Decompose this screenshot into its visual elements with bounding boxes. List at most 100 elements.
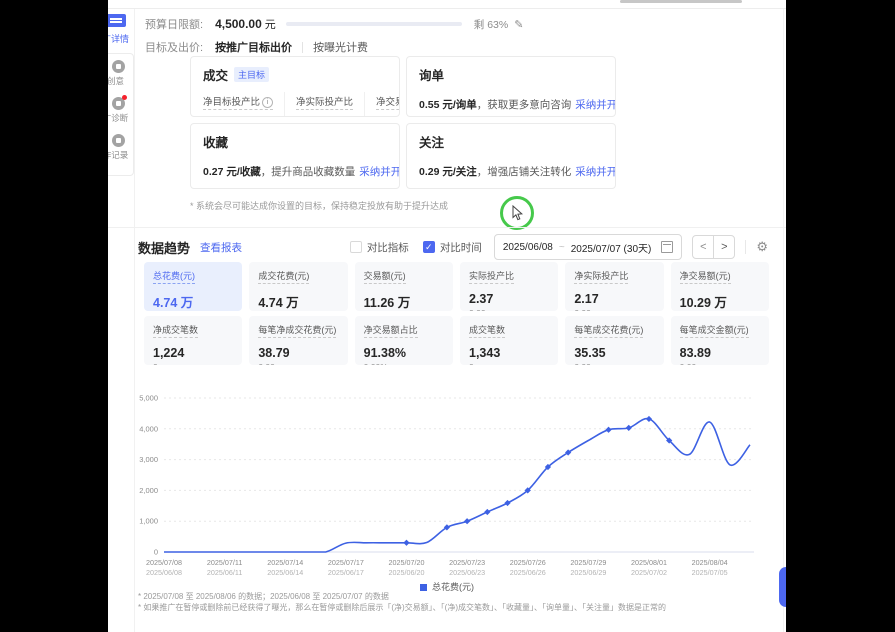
- date-range-picker[interactable]: 2025/06/08 ~ 2025/07/07 (30天): [494, 234, 683, 260]
- next-period-button[interactable]: >: [713, 235, 735, 259]
- metric-label: 净交易额占比: [364, 323, 418, 338]
- click-indicator-circle: [500, 196, 534, 230]
- metric-card[interactable]: 净交易额占比 91.38% 0.00%: [355, 316, 453, 365]
- adopt-enable-link[interactable]: 采纳并开启: [575, 99, 616, 111]
- primary-goal-badge: 主目标: [234, 67, 269, 82]
- goal-card-title: 成交 主目标: [203, 65, 387, 84]
- daily-budget-row: 预算日限额: 4,500.00 元 剩 63% ✎: [145, 15, 523, 33]
- x-tick-label: 2025/07/26: [510, 558, 546, 567]
- metric-value: 11.26 万: [364, 292, 444, 311]
- edit-budget-icon[interactable]: ✎: [514, 18, 523, 31]
- budget-remaining: 剩 63%: [474, 17, 508, 32]
- info-icon[interactable]: i: [262, 97, 273, 108]
- metric-label: 每笔净成交花费(元): [258, 323, 336, 338]
- x-tick-compare-label: 2025/06/14: [267, 568, 303, 577]
- vertical-scrollbar-track: [783, 9, 784, 632]
- sidebar-item-promo-detail[interactable]: 广详情: [108, 32, 134, 45]
- sidebar-item-diagnosis[interactable]: 广诊断: [108, 97, 133, 124]
- goal-bid-label: 目标及出价:: [145, 39, 203, 55]
- creative-icon: [112, 60, 125, 73]
- metric-card[interactable]: 净成交笔数 1,224 0: [144, 316, 242, 365]
- goal-card-inquiry[interactable]: 询单 0.55 元/询单，获取更多意向咨询采纳并开启: [406, 56, 616, 117]
- data-point[interactable]: [403, 540, 409, 546]
- goal-card-favorite[interactable]: 收藏 0.27 元/收藏，提升商品收藏数量采纳并开启: [190, 123, 400, 189]
- goal-card-title: 收藏: [203, 132, 387, 151]
- y-tick-label: 1,000: [139, 517, 158, 526]
- metric-card[interactable]: 交易额(元) 11.26 万 0.00: [355, 262, 453, 311]
- floating-widget[interactable]: [779, 567, 786, 607]
- metric-compare-value: 0: [469, 362, 549, 365]
- metric-card[interactable]: 净交易额(元) 10.29 万 0.00: [671, 262, 769, 311]
- metric-label: 每笔成交花费(元): [574, 323, 643, 338]
- x-tick-label: 2025/08/01: [631, 558, 667, 567]
- divider: [302, 42, 303, 53]
- data-point[interactable]: [484, 509, 490, 515]
- x-tick-label: 2025/07/17: [328, 558, 364, 567]
- trend-chart[interactable]: 01,0002,0003,0004,0005,0002025/07/082025…: [138, 394, 758, 584]
- x-tick-label: 2025/08/04: [692, 558, 728, 567]
- stat-net-actual-roi: 净实际投产比 2.17: [284, 92, 364, 117]
- metric-label: 每笔成交金额(元): [680, 323, 749, 338]
- metric-card[interactable]: 每笔成交花费(元) 35.35 0.00: [565, 316, 663, 365]
- y-tick-label: 4,000: [139, 424, 158, 433]
- metric-card[interactable]: 实际投产比 2.37 0.00: [460, 262, 558, 311]
- adopt-enable-link[interactable]: 采纳并开启: [575, 166, 616, 178]
- budget-amount: 4,500.00: [215, 17, 262, 31]
- metric-card[interactable]: 总花费(元) 4.74 万 0.00: [144, 262, 242, 311]
- plan-badge[interactable]: [108, 14, 126, 27]
- metric-compare-value: 0.00: [469, 308, 549, 311]
- compare-metric-checkbox[interactable]: 对比指标: [350, 240, 409, 255]
- trend-header: 数据趋势 查看报表 对比指标 ✓ 对比时间 2025/06/08 ~ 2025/…: [138, 234, 768, 260]
- metric-compare-value: 0.00: [680, 362, 760, 365]
- metric-card[interactable]: 每笔净成交花费(元) 38.79 0.00: [249, 316, 347, 365]
- x-tick-label: 2025/07/29: [570, 558, 606, 567]
- horizontal-scrollbar[interactable]: [620, 0, 742, 3]
- metric-value: 1,343: [469, 346, 549, 360]
- metric-label: 实际投产比: [469, 269, 514, 284]
- data-point[interactable]: [504, 500, 510, 506]
- metric-compare-value: 0.00: [574, 362, 654, 365]
- metric-label: 净交易额(元): [680, 269, 731, 284]
- budget-label: 预算日限额:: [145, 16, 203, 32]
- budget-unit: 元: [265, 16, 276, 32]
- prev-period-button[interactable]: <: [692, 235, 714, 259]
- data-point[interactable]: [605, 427, 611, 433]
- data-point[interactable]: [464, 518, 470, 524]
- adopt-enable-link[interactable]: 采纳并开启: [359, 166, 400, 178]
- gear-icon[interactable]: ⚙: [756, 239, 768, 255]
- x-tick-label: 2025/07/20: [388, 558, 424, 567]
- footnote-disclaimer: * 如果推广在暂停或删除前已经获得了曝光，那么在暂停或删除后展示「(净)交易额」…: [138, 602, 666, 613]
- data-point[interactable]: [626, 425, 632, 431]
- compare-time-checkbox[interactable]: ✓ 对比时间: [423, 240, 482, 255]
- metric-value: 91.38%: [364, 346, 444, 360]
- x-tick-compare-label: 2025/06/17: [328, 568, 364, 577]
- metric-label: 净成交笔数: [153, 323, 198, 338]
- metric-card[interactable]: 成交笔数 1,343 0: [460, 316, 558, 365]
- metric-compare-value: 0.00: [574, 308, 654, 311]
- date-start: 2025/06/08: [503, 242, 553, 253]
- data-point[interactable]: [646, 416, 652, 422]
- goal-card-follow[interactable]: 关注 0.29 元/关注，增强店铺关注转化采纳并开启: [406, 123, 616, 189]
- sidebar-item-creative[interactable]: 创意: [108, 60, 133, 87]
- view-report-link[interactable]: 查看报表: [200, 240, 242, 255]
- goal-card-deal[interactable]: 成交 主目标 净目标投产比i 2.45✎ 净实际投产比 2.17 净交易额(元)…: [190, 56, 400, 117]
- screen: 广详情 创意 广诊断 作记录 预算日限额: 4,500.00 元: [0, 0, 895, 632]
- metric-card[interactable]: 净实际投产比 2.17 0.00: [565, 262, 663, 311]
- metric-card[interactable]: 每笔成交金额(元) 83.89 0.00: [671, 316, 769, 365]
- sidebar-item-history[interactable]: 作记录: [108, 134, 133, 161]
- divider: [745, 240, 746, 254]
- x-tick-label: 2025/07/23: [449, 558, 485, 567]
- stat-net-gmv: 净交易额(元) 102946.60: [364, 92, 400, 117]
- metric-card[interactable]: 成交花费(元) 4.74 万 0.00: [249, 262, 347, 311]
- x-tick-label: 2025/07/14: [267, 558, 303, 567]
- spend-line: [164, 419, 750, 552]
- goal-bid-row: 目标及出价: 按推广目标出价 按曝光计费: [145, 39, 368, 55]
- y-tick-label: 3,000: [139, 455, 158, 464]
- legend-swatch: [420, 584, 427, 591]
- trend-title: 数据趋势: [138, 238, 190, 257]
- bid-mode-by-goal[interactable]: 按推广目标出价: [215, 39, 292, 55]
- main-panel: 广详情 创意 广诊断 作记录 预算日限额: 4,500.00 元: [108, 0, 786, 632]
- goal-card-title: 询单: [419, 65, 603, 84]
- bid-mode-by-impression[interactable]: 按曝光计费: [313, 39, 368, 55]
- deal-stats: 净目标投产比i 2.45✎ 净实际投产比 2.17 净交易额(元) 102946…: [203, 92, 387, 117]
